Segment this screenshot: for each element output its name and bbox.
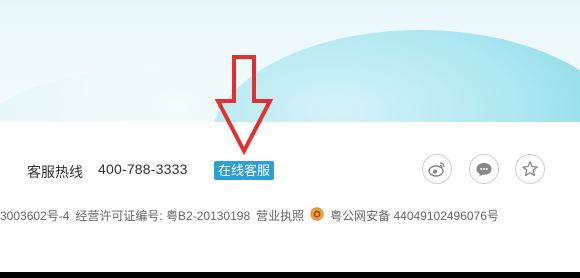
favorite-button[interactable]: [515, 154, 545, 184]
wechat-icon: [475, 161, 493, 177]
hotline-number: 400-788-3333: [98, 161, 188, 177]
license-info: 3003602号-4 经营许可证编号: 粤B2-20130198 营业执照 粤公…: [0, 207, 505, 224]
bottom-border: [0, 272, 580, 278]
wechat-button[interactable]: [469, 154, 499, 184]
hotline-label: 客服热线: [27, 164, 83, 180]
online-service-button[interactable]: 在线客服: [214, 161, 275, 180]
business-permit: 经营许可证编号: 粤B2-20130198: [75, 209, 251, 223]
weibo-button[interactable]: [422, 154, 452, 184]
icp-number: 3003602号-4: [0, 209, 70, 223]
star-icon: [521, 160, 539, 178]
site-footer: [0, 122, 580, 278]
police-record-link[interactable]: 粤公网安备 44049102496076号: [330, 207, 499, 224]
weibo-icon: [428, 161, 446, 177]
business-license-link[interactable]: 营业执照: [256, 207, 304, 224]
red-arrow-annotation: [214, 55, 274, 155]
header-banner: [0, 0, 580, 122]
police-badge-icon: [310, 207, 324, 224]
